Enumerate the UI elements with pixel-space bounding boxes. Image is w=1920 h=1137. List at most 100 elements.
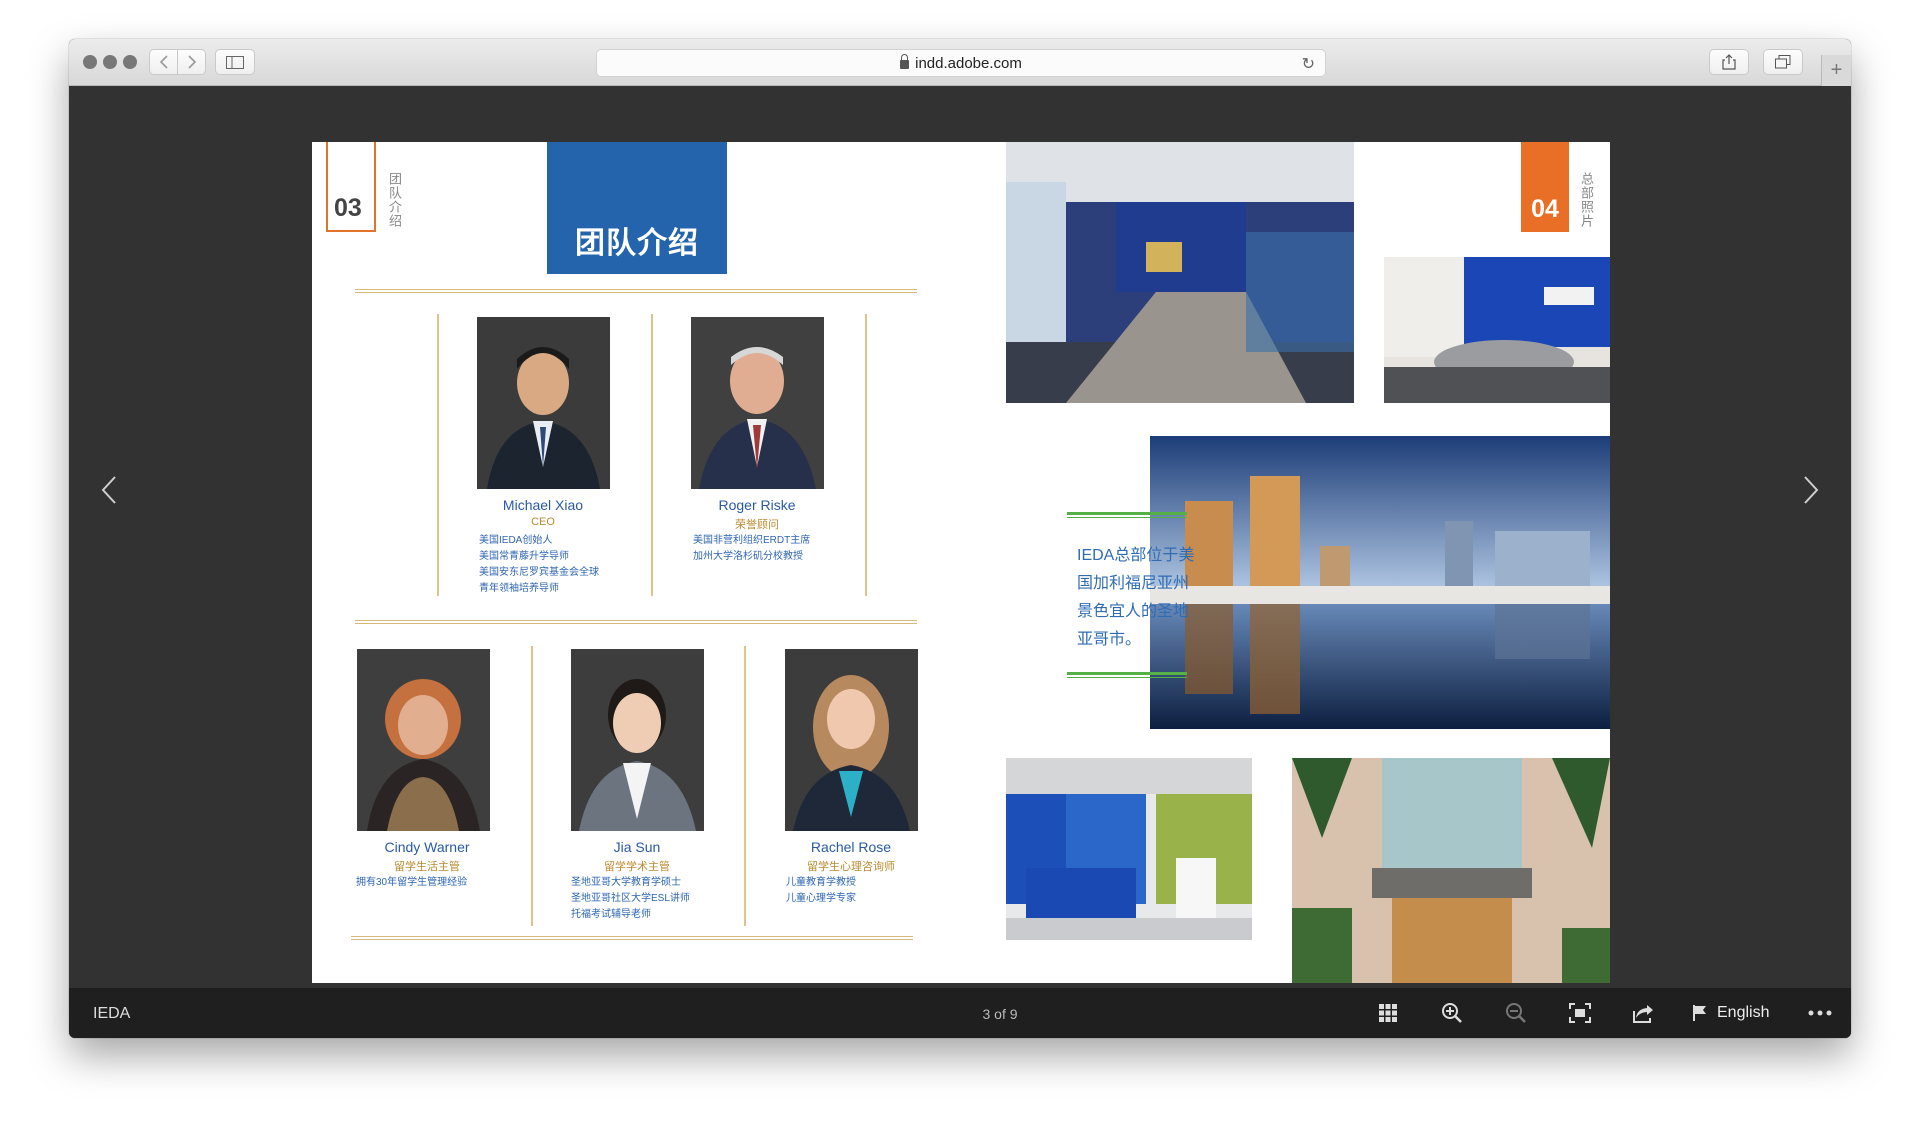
divider bbox=[355, 620, 917, 624]
page-title: 团队介绍 bbox=[547, 142, 727, 274]
browser-toolbar: indd.adobe.com ↻ + bbox=[69, 39, 1851, 86]
desc-line: 圣地亚哥社区大学ESL讲师 bbox=[571, 893, 690, 904]
section-number: 04 bbox=[1531, 195, 1559, 223]
headquarters-caption: IEDA总部位于美国加利福尼亚州景色宜人的圣地亚哥市。 bbox=[1077, 547, 1195, 648]
section-label-vertical: 总部照片 bbox=[1579, 172, 1594, 228]
divider bbox=[355, 289, 917, 293]
browser-window: indd.adobe.com ↻ + 03 团队介绍 团队介绍 Michael … bbox=[69, 39, 1851, 1038]
chevron-right-icon bbox=[1804, 476, 1819, 504]
san-diego-skyline-photo bbox=[1150, 436, 1610, 729]
document-title: IEDA bbox=[93, 1005, 131, 1022]
lounge-photo bbox=[1006, 758, 1252, 940]
member-description: 美国非营利组织ERDT主席 加州大学洛杉矶分校教授 bbox=[693, 533, 810, 565]
sidebar-icon bbox=[226, 55, 244, 69]
zoom-out-button[interactable] bbox=[1501, 999, 1531, 1027]
member-role: 留学生活主管 bbox=[394, 861, 460, 873]
report-button[interactable] bbox=[1685, 999, 1715, 1027]
column-rule bbox=[744, 646, 746, 926]
column-rule bbox=[437, 314, 439, 596]
desc-line: 儿童心理学专家 bbox=[786, 893, 856, 904]
meeting-room-photo bbox=[1384, 257, 1610, 403]
address-bar[interactable]: indd.adobe.com ↻ bbox=[596, 49, 1326, 77]
url-text: indd.adobe.com bbox=[915, 54, 1022, 72]
sidebar-toggle-button[interactable] bbox=[215, 49, 255, 75]
previous-page-arrow[interactable] bbox=[101, 472, 117, 512]
chevron-left-icon bbox=[159, 55, 168, 69]
forward-button[interactable] bbox=[177, 49, 206, 75]
member-name: Rachel Rose bbox=[810, 839, 892, 855]
portrait-photo bbox=[785, 649, 918, 831]
member-role: 留学生心理咨询师 bbox=[807, 861, 895, 873]
member-description: 圣地亚哥大学教育学硕士 圣地亚哥社区大学ESL讲师 托福考试辅导老师 bbox=[571, 875, 690, 923]
member-role: CEO bbox=[531, 516, 555, 528]
conference-room-photo bbox=[1006, 142, 1354, 403]
desc-line: 托福考试辅导老师 bbox=[571, 909, 651, 920]
portrait-photo bbox=[571, 649, 704, 831]
section-number-tag: 04 bbox=[1521, 142, 1569, 232]
document-viewer: 03 团队介绍 团队介绍 Michael Xiao CEO 美国IEDA创始人 … bbox=[69, 86, 1851, 988]
page-indicator: 3 of 9 bbox=[982, 1006, 1018, 1022]
reload-icon[interactable]: ↻ bbox=[1302, 54, 1315, 74]
share-button[interactable] bbox=[1709, 49, 1749, 75]
column-rule bbox=[865, 314, 867, 596]
member-role: 荣誉顾问 bbox=[735, 519, 779, 531]
page-title-text: 团队介绍 bbox=[575, 226, 699, 261]
language-selector[interactable]: English bbox=[1717, 1004, 1769, 1022]
new-tab-button[interactable]: + bbox=[1821, 55, 1851, 86]
zoom-in-button[interactable] bbox=[1437, 999, 1467, 1027]
member-description: 拥有30年留学生管理经验 bbox=[356, 875, 467, 891]
accent-rule bbox=[1067, 512, 1187, 518]
more-options-button[interactable] bbox=[1805, 999, 1835, 1027]
portrait-photo bbox=[477, 317, 610, 489]
share-icon bbox=[1722, 54, 1736, 70]
member-description: 美国IEDA创始人 美国常青藤升学导师 美国安东尼罗宾基金会全球 青年领袖培养导… bbox=[479, 533, 599, 597]
member-description: 儿童教育学教授 儿童心理学专家 bbox=[786, 875, 856, 907]
lock-icon bbox=[900, 53, 910, 69]
grid-icon bbox=[1379, 1004, 1397, 1022]
desc-line: 儿童教育学教授 bbox=[786, 877, 856, 888]
accent-rule bbox=[1067, 672, 1187, 678]
member-name: Michael Xiao bbox=[502, 497, 584, 513]
chevron-left-icon bbox=[101, 476, 116, 504]
back-button[interactable] bbox=[149, 49, 178, 75]
section-number: 03 bbox=[334, 194, 362, 222]
desc-line: 加州大学洛杉矶分校教授 bbox=[693, 551, 803, 562]
tabs-overview-button[interactable] bbox=[1763, 49, 1803, 75]
column-rule bbox=[531, 646, 533, 926]
desc-line: 美国非营利组织ERDT主席 bbox=[693, 535, 811, 546]
zoom-window-button[interactable] bbox=[123, 55, 137, 69]
portrait-photo bbox=[691, 317, 824, 489]
member-role: 留学学术主管 bbox=[604, 861, 670, 873]
member-name: Roger Riske bbox=[718, 497, 796, 513]
desc-line: 美国常青藤升学导师 bbox=[479, 551, 569, 562]
more-icon bbox=[1808, 1010, 1832, 1016]
member-name: Cindy Warner bbox=[384, 839, 470, 855]
member-name: Jia Sun bbox=[613, 839, 661, 855]
desc-line: 拥有30年留学生管理经验 bbox=[356, 877, 468, 888]
zoom-in-icon bbox=[1442, 1003, 1462, 1023]
share-icon bbox=[1633, 1005, 1653, 1023]
next-page-arrow[interactable] bbox=[1803, 472, 1819, 512]
share-document-button[interactable] bbox=[1629, 999, 1659, 1027]
tabs-icon bbox=[1775, 55, 1791, 69]
close-window-button[interactable] bbox=[83, 55, 97, 69]
plus-icon: + bbox=[1830, 59, 1843, 81]
divider bbox=[351, 936, 913, 940]
viewer-toolbar: IEDA 3 of 9 English bbox=[69, 988, 1851, 1038]
zoom-out-icon bbox=[1506, 1003, 1526, 1023]
portrait-photo bbox=[357, 649, 490, 831]
flag-icon bbox=[1693, 1005, 1706, 1021]
fit-screen-icon bbox=[1569, 1003, 1591, 1023]
building-entrance-photo bbox=[1292, 758, 1610, 983]
chevron-right-icon bbox=[187, 55, 196, 69]
column-rule bbox=[651, 314, 653, 596]
section-label-vertical: 团队介绍 bbox=[387, 172, 402, 228]
desc-line: 圣地亚哥大学教育学硕士 bbox=[571, 877, 681, 888]
page-spread: 03 团队介绍 团队介绍 Michael Xiao CEO 美国IEDA创始人 … bbox=[312, 142, 1610, 983]
grid-view-button[interactable] bbox=[1373, 999, 1403, 1027]
minimize-window-button[interactable] bbox=[103, 55, 117, 69]
desc-line: 美国IEDA创始人 bbox=[479, 535, 553, 546]
fit-page-button[interactable] bbox=[1565, 999, 1595, 1027]
desc-line: 青年领袖培养导师 bbox=[479, 583, 559, 594]
desc-line: 美国安东尼罗宾基金会全球 bbox=[479, 567, 599, 578]
